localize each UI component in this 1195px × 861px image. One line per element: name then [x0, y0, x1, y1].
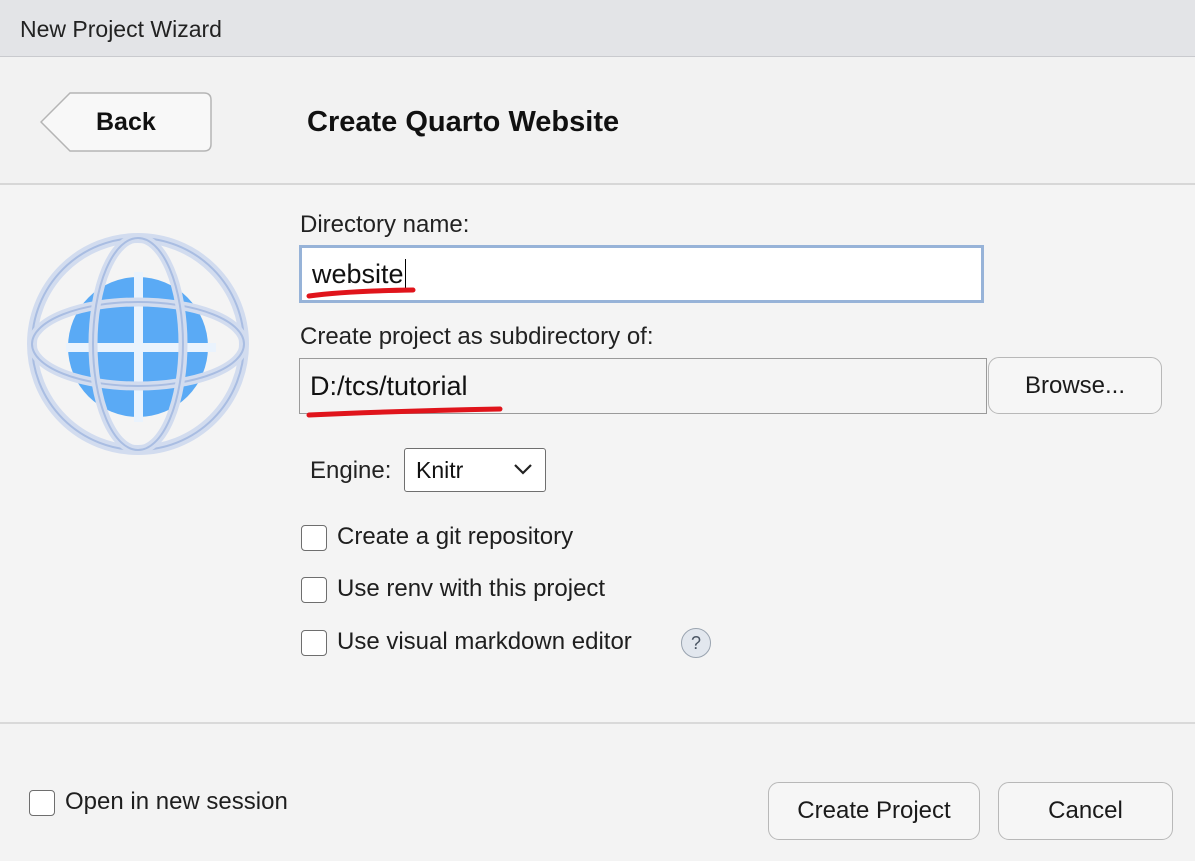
checkbox-label: Use visual markdown editor — [337, 628, 632, 655]
window-titlebar: New Project Wizard — [0, 0, 1195, 57]
create-project-button[interactable]: Create Project — [768, 782, 980, 840]
checkbox-visual-markdown-editor[interactable]: Use visual markdown editor — [301, 626, 671, 660]
window-title: New Project Wizard — [20, 16, 222, 42]
parent-directory-value: D:/tcs/tutorial — [310, 370, 468, 401]
engine-select-value: Knitr — [416, 457, 464, 483]
engine-select[interactable]: Knitr — [404, 448, 546, 492]
checkbox-box[interactable] — [301, 525, 327, 551]
text-caret — [404, 259, 406, 289]
back-button[interactable]: Back — [40, 92, 212, 152]
browse-button[interactable]: Browse... — [988, 357, 1162, 414]
checkbox-label: Create a git repository — [337, 523, 574, 550]
checkbox-box[interactable] — [301, 630, 327, 656]
red-annotation-underline — [306, 406, 503, 418]
help-icon[interactable]: ? — [681, 628, 711, 658]
checkbox-use-renv[interactable]: Use renv with this project — [301, 573, 661, 607]
quarto-globe-icon — [26, 232, 251, 462]
page-title: Create Quarto Website — [307, 106, 620, 138]
checkbox-git-repository[interactable]: Create a git repository — [301, 521, 621, 555]
checkbox-label: Use renv with this project — [337, 575, 606, 602]
red-annotation-underline — [306, 287, 416, 299]
checkbox-open-new-session[interactable]: Open in new session — [29, 786, 329, 820]
directory-name-label: Directory name: — [300, 211, 470, 238]
checkbox-box[interactable] — [301, 577, 327, 603]
checkbox-box[interactable] — [29, 790, 55, 816]
checkbox-label: Open in new session — [65, 788, 288, 815]
engine-label: Engine: — [310, 457, 392, 484]
back-button-label: Back — [96, 108, 156, 136]
cancel-button[interactable]: Cancel — [998, 782, 1173, 840]
directory-name-value: website — [312, 258, 404, 289]
chevron-down-icon — [514, 464, 532, 475]
parent-directory-label: Create project as subdirectory of: — [300, 323, 654, 350]
